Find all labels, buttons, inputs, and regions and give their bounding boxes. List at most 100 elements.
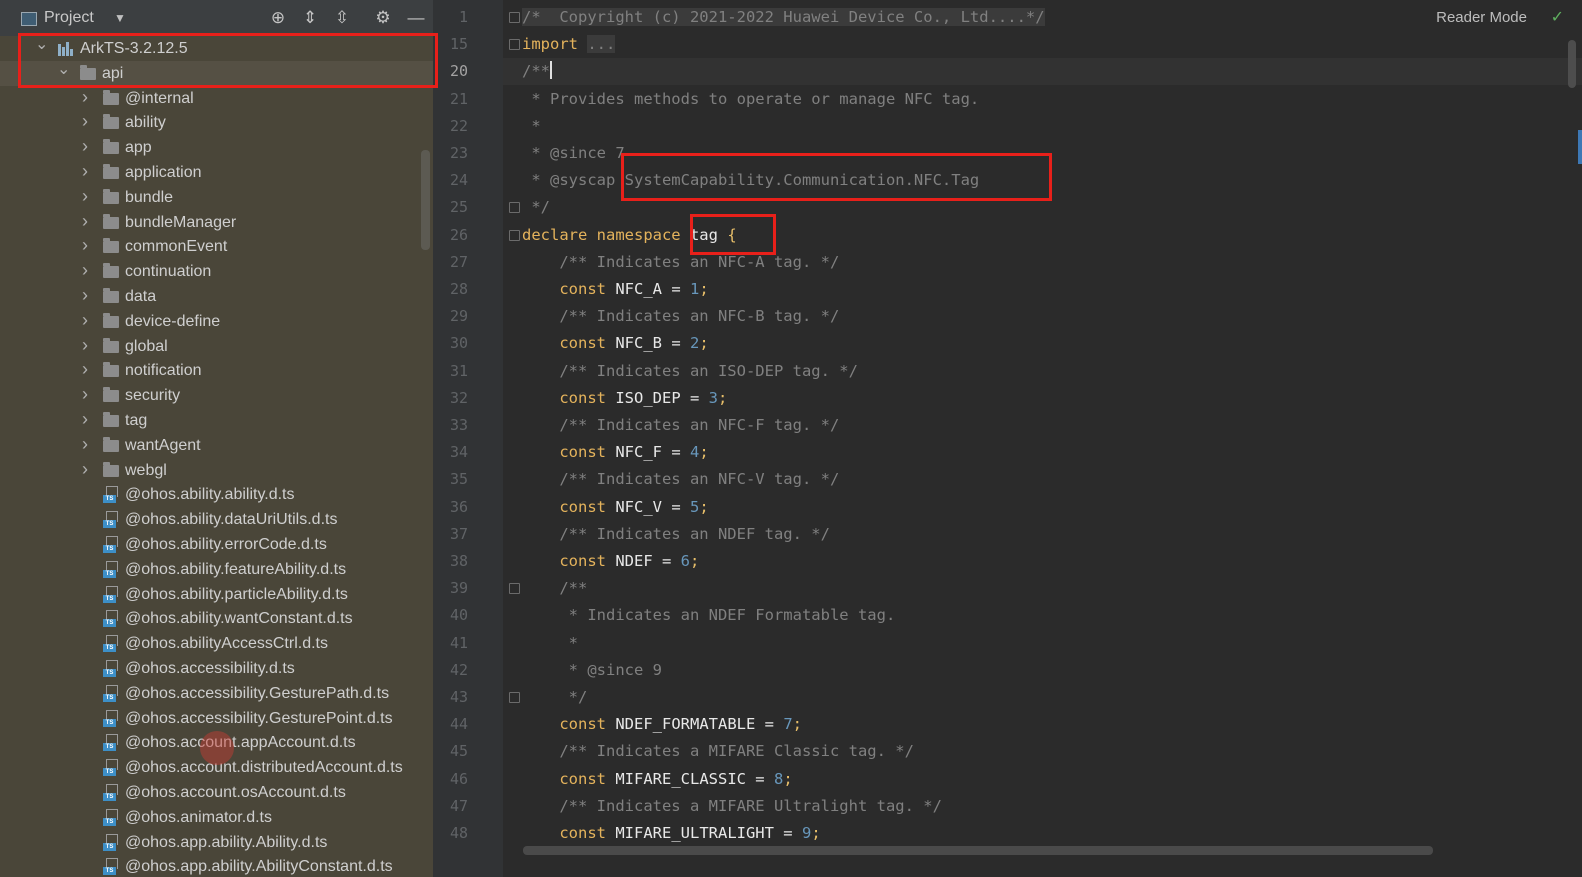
expand-all-icon[interactable]: ⇕ <box>298 6 322 30</box>
chevron-right-icon[interactable]: › <box>79 259 91 284</box>
tree-folder-item[interactable]: › security <box>0 383 433 408</box>
gear-icon[interactable]: ⚙ <box>371 6 395 30</box>
chevron-right-icon[interactable]: › <box>79 383 91 408</box>
tree-file-item[interactable]: TS @ohos.ability.featureAbility.d.ts <box>0 557 433 582</box>
chevron-right-icon[interactable]: › <box>79 160 91 185</box>
tree-folder-item[interactable]: › bundleManager <box>0 210 433 235</box>
code-line[interactable]: const MIFARE_ULTRALIGHT = 9; <box>522 820 820 847</box>
code-line[interactable]: const NDEF_FORMATABLE = 7; <box>522 711 802 738</box>
code-line[interactable]: /** Indicates an NFC-B tag. */ <box>522 303 839 330</box>
code-line[interactable]: const NFC_B = 2; <box>522 330 708 357</box>
reader-mode-toggle[interactable]: Reader Mode <box>1436 9 1527 26</box>
code-line[interactable]: * @since 7 <box>522 140 624 167</box>
code-line[interactable]: const NDEF = 6; <box>522 548 699 575</box>
chevron-right-icon[interactable]: › <box>79 234 91 259</box>
locate-icon[interactable]: ⊕ <box>266 6 290 30</box>
minimize-icon[interactable]: — <box>404 6 428 30</box>
tree-folder-item[interactable]: › @internal <box>0 86 433 111</box>
code-line[interactable]: * Indicates an NDEF Formatable tag. <box>522 602 896 629</box>
tree-folder-item[interactable]: › continuation <box>0 259 433 284</box>
code-line[interactable]: const NFC_V = 5; <box>522 494 708 521</box>
chevron-right-icon[interactable]: › <box>79 458 91 483</box>
code-line[interactable]: const NFC_A = 1; <box>522 276 708 303</box>
line-number: 20 <box>449 62 468 81</box>
fold-marker-icon[interactable] <box>509 229 520 241</box>
line-number: 39 <box>449 579 468 598</box>
tree-file-item[interactable]: TS @ohos.app.ability.AbilityConstant.d.ts <box>0 854 433 877</box>
fold-marker-icon[interactable] <box>509 202 520 214</box>
code-line[interactable]: /** Indicates an NDEF tag. */ <box>522 521 830 548</box>
folder-icon <box>103 89 119 105</box>
line-number: 38 <box>449 552 468 570</box>
tree-file-item[interactable]: TS @ohos.app.ability.Ability.d.ts <box>0 830 433 855</box>
tree-file-item[interactable]: TS @ohos.ability.particleAbility.d.ts <box>0 582 433 607</box>
tree-file-item[interactable]: TS @ohos.accessibility.d.ts <box>0 656 433 681</box>
code-line[interactable]: /** Indicates a MIFARE Classic tag. */ <box>522 738 914 765</box>
tree-folder-item[interactable]: › commonEvent <box>0 234 433 259</box>
chevron-right-icon[interactable]: › <box>79 284 91 309</box>
tree-folder-item[interactable]: › data <box>0 284 433 309</box>
chevron-right-icon[interactable]: › <box>79 358 91 383</box>
tree-file-item[interactable]: TS @ohos.ability.wantConstant.d.ts <box>0 606 433 631</box>
fold-marker-icon[interactable] <box>509 583 520 595</box>
tree-item-label: @ohos.abilityAccessCtrl.d.ts <box>125 635 328 653</box>
code-line[interactable]: /** Indicates an NFC-A tag. */ <box>522 249 839 276</box>
chevron-right-icon[interactable]: › <box>79 210 91 235</box>
tree-folder-item[interactable]: › device-define <box>0 309 433 334</box>
chevron-right-icon[interactable]: › <box>79 334 91 359</box>
chevron-right-icon[interactable]: › <box>79 86 91 111</box>
code-line[interactable]: /** <box>522 575 587 602</box>
chevron-down-icon[interactable]: ▼ <box>114 11 126 25</box>
chevron-right-icon[interactable]: › <box>79 110 91 135</box>
tree-folder-item[interactable]: › bundle <box>0 185 433 210</box>
tree-file-item[interactable]: TS @ohos.animator.d.ts <box>0 805 433 830</box>
chevron-right-icon[interactable]: › <box>79 433 91 458</box>
tree-file-item[interactable]: TS @ohos.accessibility.GesturePoint.d.ts <box>0 706 433 731</box>
code-line[interactable]: const NFC_F = 4; <box>522 439 708 466</box>
tree-folder-item[interactable]: › app <box>0 135 433 160</box>
code-line[interactable]: /* Copyright (c) 2021-2022 Huawei Device… <box>522 4 1045 31</box>
code-line[interactable]: import ... <box>522 31 616 58</box>
horizontal-scrollbar[interactable] <box>523 846 1433 855</box>
tree-file-item[interactable]: TS @ohos.account.osAccount.d.ts <box>0 780 433 805</box>
fold-marker-icon[interactable] <box>509 692 520 703</box>
collapse-all-icon[interactable]: ⇳ <box>330 6 354 30</box>
code-line[interactable]: /** Indicates an NFC-V tag. */ <box>522 466 839 493</box>
tree-folder-item[interactable]: › global <box>0 334 433 359</box>
tree-file-item[interactable]: TS @ohos.ability.dataUriUtils.d.ts <box>0 507 433 532</box>
code-line[interactable]: /** <box>503 58 1582 86</box>
tree-scrollbar[interactable] <box>421 150 430 250</box>
tree-folder-item[interactable]: › notification <box>0 358 433 383</box>
code-line[interactable]: * <box>522 113 540 140</box>
code-line[interactable]: * Provides methods to operate or manage … <box>522 86 979 113</box>
chevron-right-icon[interactable]: › <box>79 309 91 334</box>
tree-folder-item[interactable]: › tag <box>0 408 433 433</box>
ts-file-icon: TS <box>103 858 118 876</box>
tree-folder-item[interactable]: › webgl <box>0 458 433 483</box>
code-line[interactable]: const ISO_DEP = 3; <box>522 385 727 412</box>
code-line[interactable]: /** Indicates a MIFARE Ultralight tag. *… <box>522 793 942 820</box>
code-editor[interactable]: 1 15 20 21 22 23 24 25 26 27 28 29 30 31 32 33 34 35 36 37 3… <box>433 0 1582 877</box>
tree-file-item[interactable]: TS @ohos.ability.ability.d.ts <box>0 482 433 507</box>
code-line[interactable]: /** Indicates an NFC-F tag. */ <box>522 412 839 439</box>
chevron-right-icon[interactable]: › <box>79 408 91 433</box>
code-line[interactable]: /** Indicates an ISO-DEP tag. */ <box>522 358 858 385</box>
code-line[interactable]: const MIFARE_CLASSIC = 8; <box>522 766 792 793</box>
inspection-ok-icon[interactable]: ✓ <box>1551 7 1564 27</box>
chevron-right-icon[interactable]: › <box>79 135 91 160</box>
tree-file-item[interactable]: TS @ohos.accessibility.GesturePath.d.ts <box>0 681 433 706</box>
vertical-scrollbar[interactable] <box>1568 40 1576 88</box>
tree-file-item[interactable]: TS @ohos.ability.errorCode.d.ts <box>0 532 433 557</box>
code-line[interactable]: * <box>522 630 578 657</box>
fold-marker-icon[interactable] <box>509 12 520 23</box>
code-line[interactable]: * @since 9 <box>522 657 662 684</box>
chevron-right-icon[interactable]: › <box>79 185 91 210</box>
code-line[interactable]: */ <box>522 684 588 711</box>
tree-item-label: webgl <box>125 461 167 479</box>
tree-folder-item[interactable]: › wantAgent <box>0 433 433 458</box>
tree-file-item[interactable]: TS @ohos.abilityAccessCtrl.d.ts <box>0 631 433 656</box>
code-line[interactable]: */ <box>522 194 550 221</box>
tree-folder-item[interactable]: › ability <box>0 110 433 135</box>
tree-folder-item[interactable]: › application <box>0 160 433 185</box>
fold-marker-icon[interactable] <box>509 39 520 51</box>
